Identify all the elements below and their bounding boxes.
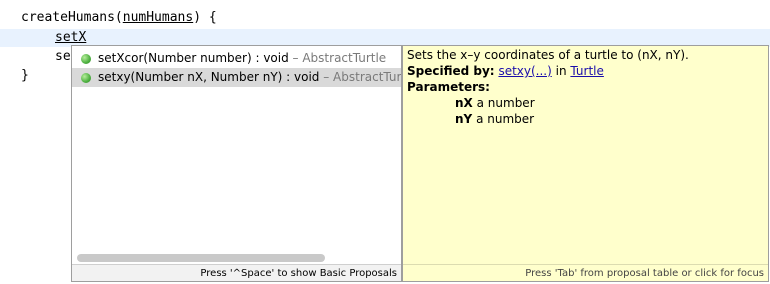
code-line-4[interactable]: } — [21, 67, 29, 85]
docs-status-bar: Press 'Tab' from proposal table or click… — [403, 264, 768, 281]
specified-by-label: Specified by: — [407, 64, 495, 78]
horizontal-scrollbar[interactable] — [76, 251, 398, 265]
code-line-3[interactable]: se — [55, 48, 71, 66]
param-entry: nX a number — [455, 96, 535, 110]
public-method-icon — [81, 54, 91, 64]
typed-text: setX — [55, 30, 87, 45]
code-brace: ) { — [193, 10, 217, 25]
proposal-item[interactable]: setXcor(Number number) : void – Abstract… — [72, 49, 401, 68]
proposal-declaring-type: – AbstractTurtle — [323, 70, 401, 84]
doc-summary: Sets the x–y coordinates of a turtle to … — [407, 48, 689, 62]
specified-class-link[interactable]: Turtle — [570, 64, 603, 78]
parameters-heading: Parameters: — [407, 80, 490, 94]
proposal-signature: setxy(Number nX, Number nY) : void — [98, 70, 320, 84]
param-description: a number — [476, 112, 535, 126]
proposal-signature: setXcor(Number number) : void — [98, 51, 289, 65]
content-assist-popup: setXcor(Number number) : void – Abstract… — [71, 45, 402, 282]
param-description: a number — [476, 96, 535, 110]
scrollbar-thumb[interactable] — [77, 254, 325, 262]
param-name: nX — [455, 96, 473, 110]
code-function-name: createHumans( — [21, 10, 123, 25]
proposal-declaring-type: – AbstractTurtle — [288, 51, 387, 65]
code-parameter: numHumans — [122, 10, 194, 25]
param-name: nY — [455, 112, 473, 126]
public-method-icon — [81, 73, 91, 83]
proposals-status-bar: Press '^Space' to show Basic Proposals — [72, 264, 401, 281]
doc-specified-by: Specified by: setxy(...) in Turtle — [407, 64, 604, 78]
param-entry: nY a number — [455, 112, 534, 126]
code-line-1[interactable]: createHumans(numHumans) { — [21, 9, 217, 27]
specified-in-text: in — [555, 64, 567, 78]
documentation-popup[interactable]: Sets the x–y coordinates of a turtle to … — [402, 45, 769, 282]
proposal-item-selected[interactable]: setxy(Number nX, Number nY) : void – Abs… — [72, 68, 401, 87]
specified-method-link[interactable]: setxy(...) — [498, 64, 551, 78]
